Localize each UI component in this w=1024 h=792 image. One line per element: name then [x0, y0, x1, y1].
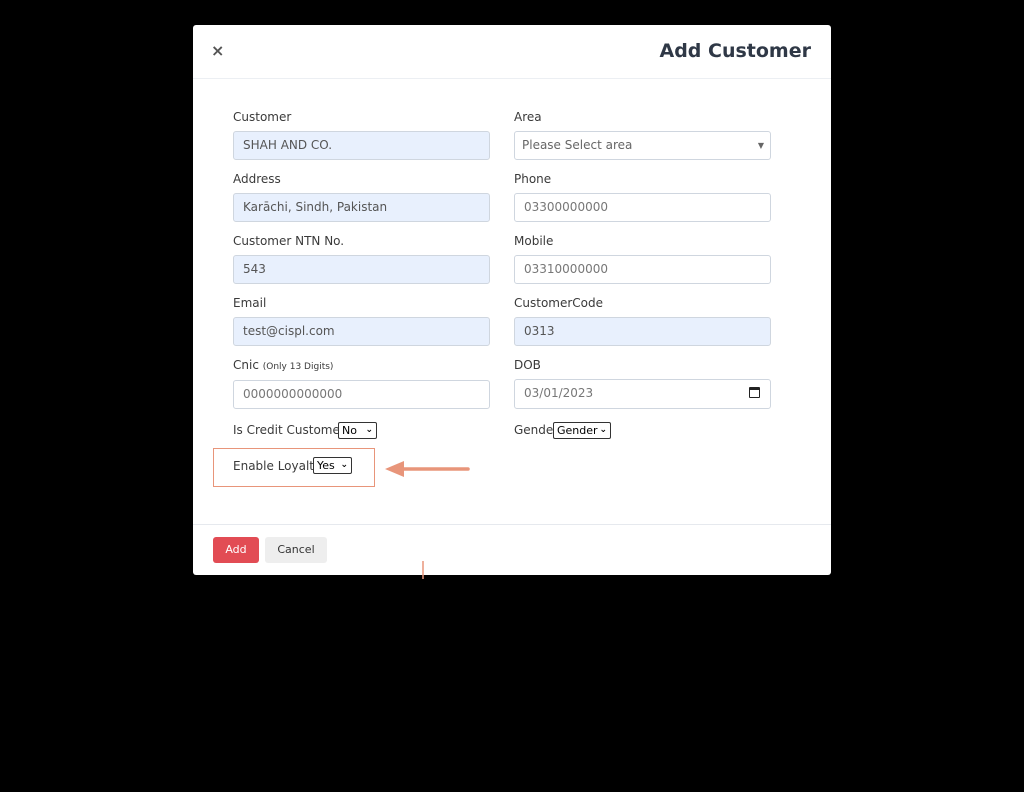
- annotation-overlay: [385, 461, 470, 579]
- arrow-left-icon: [385, 461, 470, 477]
